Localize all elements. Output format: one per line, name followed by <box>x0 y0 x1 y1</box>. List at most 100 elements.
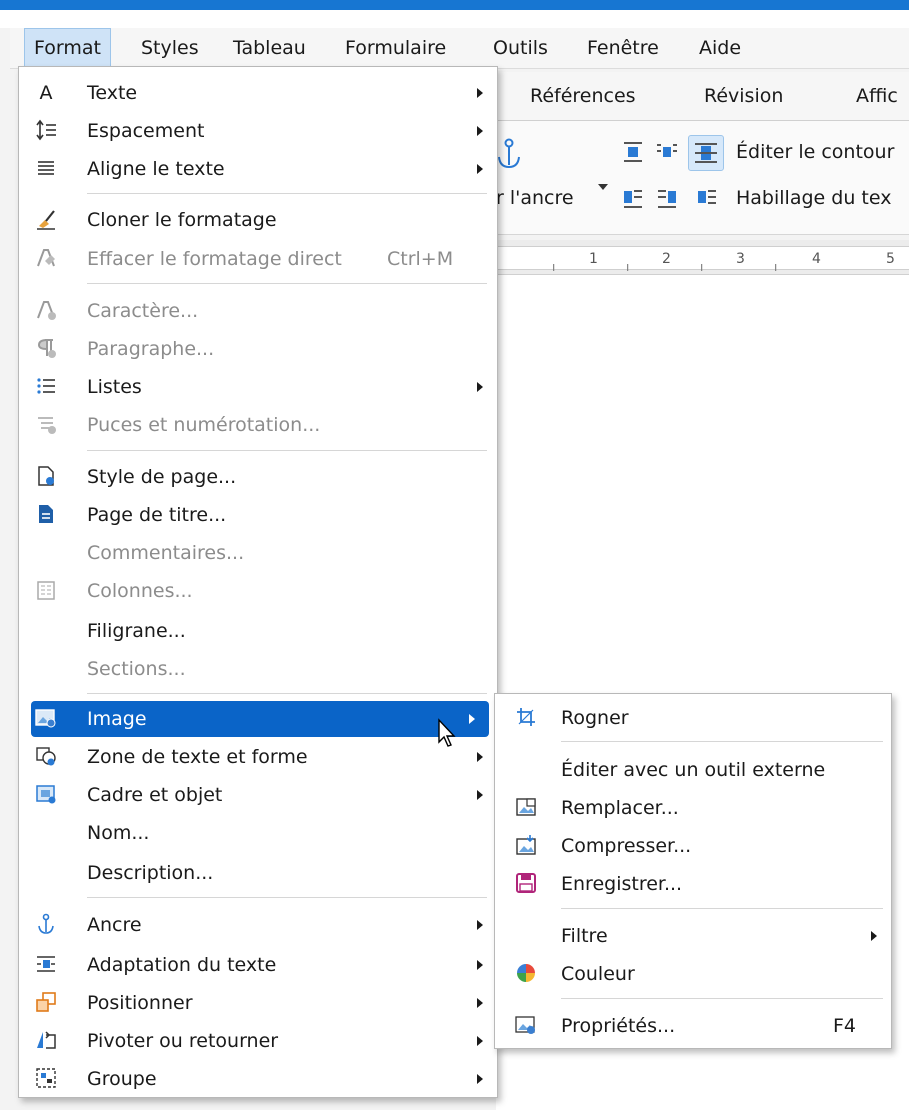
wrap-through-icon[interactable] <box>688 135 724 171</box>
submenu-arrow-icon <box>477 920 483 930</box>
menu-aide[interactable]: Aide <box>690 28 750 68</box>
menu-item-label: Zone de texte et forme <box>87 746 308 768</box>
edit-contour-label[interactable]: Éditer le contour <box>736 141 894 163</box>
menu-shortcut: Ctrl+M <box>387 248 454 270</box>
submenu-item-couleur[interactable]: Couleur <box>495 956 891 992</box>
submenu-item-label: Compresser... <box>561 835 692 857</box>
menu-formulaire[interactable]: Formulaire <box>336 28 455 68</box>
menu-item-label: Pivoter ou retourner <box>87 1030 279 1052</box>
submenu-arrow-icon <box>477 960 483 970</box>
align-text-icon <box>33 157 59 181</box>
menu-item-label: Ancre <box>87 914 142 936</box>
tab-affichage[interactable]: Affic <box>856 72 898 120</box>
menu-item-adaptation-texte[interactable]: Adaptation du texte <box>19 947 497 983</box>
image-submenu: Rogner Éditer avec un outil externe Remp… <box>494 693 892 1049</box>
menu-separator <box>87 193 487 194</box>
character-icon <box>33 299 59 323</box>
menu-shortcut: F4 <box>833 1015 857 1037</box>
anchor-dropdown-icon[interactable] <box>598 175 608 197</box>
submenu-item-enregistrer[interactable]: Enregistrer... <box>495 866 891 902</box>
ribbon-toolbar: r l'ancre Éditer le contour Habillage du… <box>496 121 909 235</box>
wrap-after-icon[interactable] <box>656 187 678 214</box>
submenu-arrow-icon <box>477 126 483 136</box>
menu-item-label: Effacer le formatage direct <box>87 248 342 270</box>
menu-item-ancre[interactable]: Ancre <box>19 907 497 943</box>
menu-item-image[interactable]: Image <box>31 701 489 737</box>
menu-outils[interactable]: Outils <box>484 28 557 68</box>
menu-item-filigrane[interactable]: Filigrane... <box>19 613 497 649</box>
spacing-icon <box>33 119 59 143</box>
submenu-item-label: Propriétés... <box>561 1015 676 1037</box>
menu-item-style-page[interactable]: Style de page... <box>19 459 497 495</box>
menu-item-paragraphe[interactable]: Paragraphe... <box>19 331 497 367</box>
menu-item-label: Paragraphe... <box>87 338 215 360</box>
ribbon-tabs: Références Révision Affic <box>496 72 909 121</box>
ruler-number: 1 <box>589 251 598 267</box>
position-icon <box>33 991 59 1015</box>
menu-separator <box>561 908 883 909</box>
menu-separator <box>561 741 883 742</box>
menu-item-effacer-formatage[interactable]: Effacer le formatage direct Ctrl+M <box>19 241 497 277</box>
menu-item-label: Style de page... <box>87 466 237 488</box>
submenu-item-rogner[interactable]: Rogner <box>495 700 891 736</box>
menu-item-sections[interactable]: Sections... <box>19 651 497 687</box>
menu-item-positionner[interactable]: Positionner <box>19 985 497 1021</box>
menu-item-aligne-texte[interactable]: Aligne le texte <box>19 151 497 187</box>
menu-tableau[interactable]: Tableau <box>224 28 315 68</box>
submenu-arrow-icon <box>477 382 483 392</box>
menu-format[interactable]: Format <box>24 28 111 68</box>
menu-item-listes[interactable]: Listes <box>19 369 497 405</box>
wrap-label[interactable]: Habillage du tex <box>736 187 891 209</box>
menu-item-commentaires[interactable]: Commentaires... <box>19 535 497 571</box>
page-style-icon <box>33 465 59 489</box>
menu-item-pivoter-retourner[interactable]: Pivoter ou retourner <box>19 1023 497 1059</box>
menu-item-label: Image <box>87 708 147 730</box>
anchor-icon <box>33 913 59 937</box>
menu-item-label: Description... <box>87 862 214 884</box>
menu-separator <box>87 450 487 451</box>
ruler-page-area: ı 1 ı 2 ı 3 ı 4 5 <box>496 246 909 274</box>
frame-object-icon <box>33 783 59 807</box>
menu-separator <box>87 897 487 898</box>
submenu-item-editer-externe[interactable]: Éditer avec un outil externe <box>495 752 891 788</box>
menu-item-description[interactable]: Description... <box>19 855 497 891</box>
image-icon <box>33 707 59 731</box>
mouse-cursor-icon <box>438 718 456 747</box>
submenu-item-filtre[interactable]: Filtre <box>495 918 891 954</box>
menu-item-zone-texte-forme[interactable]: Zone de texte et forme <box>19 739 497 775</box>
title-page-icon <box>33 503 59 527</box>
wrap-before-icon[interactable] <box>622 187 644 214</box>
submenu-item-compresser[interactable]: Compresser... <box>495 828 891 864</box>
submenu-item-proprietes[interactable]: Propriétés... F4 <box>495 1008 891 1044</box>
menu-item-label: Adaptation du texte <box>87 954 277 976</box>
menu-styles[interactable]: Styles <box>132 28 208 68</box>
wrap-none-icon[interactable] <box>622 141 644 168</box>
menu-item-cadre-objet[interactable]: Cadre et objet <box>19 777 497 813</box>
submenu-arrow-icon <box>477 164 483 174</box>
tab-references[interactable]: Références <box>530 72 636 120</box>
ruler-number: 2 <box>662 251 671 267</box>
wrap-optimal-icon[interactable] <box>696 187 718 214</box>
menu-item-texte[interactable]: A Texte <box>19 75 497 111</box>
submenu-arrow-icon <box>477 790 483 800</box>
anchor-icon[interactable] <box>496 137 526 176</box>
submenu-arrow-icon <box>469 714 475 724</box>
menu-item-label: Commentaires... <box>87 542 245 564</box>
format-menu: A Texte Espacement Aligne le texte Clone… <box>18 66 498 1098</box>
menu-item-label: Puces et numérotation... <box>87 414 321 436</box>
menu-item-nom[interactable]: Nom... <box>19 815 497 851</box>
menu-fenetre[interactable]: Fenêtre <box>578 28 668 68</box>
menu-item-caractere[interactable]: Caractère... <box>19 293 497 329</box>
rotate-flip-icon <box>33 1029 59 1053</box>
menu-item-espacement[interactable]: Espacement <box>19 113 497 149</box>
anchor-label[interactable]: r l'ancre <box>496 187 574 209</box>
menu-item-cloner-formatage[interactable]: Cloner le formatage <box>19 202 497 238</box>
menu-item-colonnes[interactable]: Colonnes... <box>19 573 497 609</box>
wrap-parallel-icon[interactable] <box>656 141 678 168</box>
submenu-item-remplacer[interactable]: Remplacer... <box>495 790 891 826</box>
menu-item-page-titre[interactable]: Page de titre... <box>19 497 497 533</box>
menu-item-label: Espacement <box>87 120 205 142</box>
menu-item-groupe[interactable]: Groupe <box>19 1061 497 1097</box>
tab-revision[interactable]: Révision <box>704 72 783 120</box>
menu-item-puces-numerotation[interactable]: Puces et numérotation... <box>19 407 497 443</box>
